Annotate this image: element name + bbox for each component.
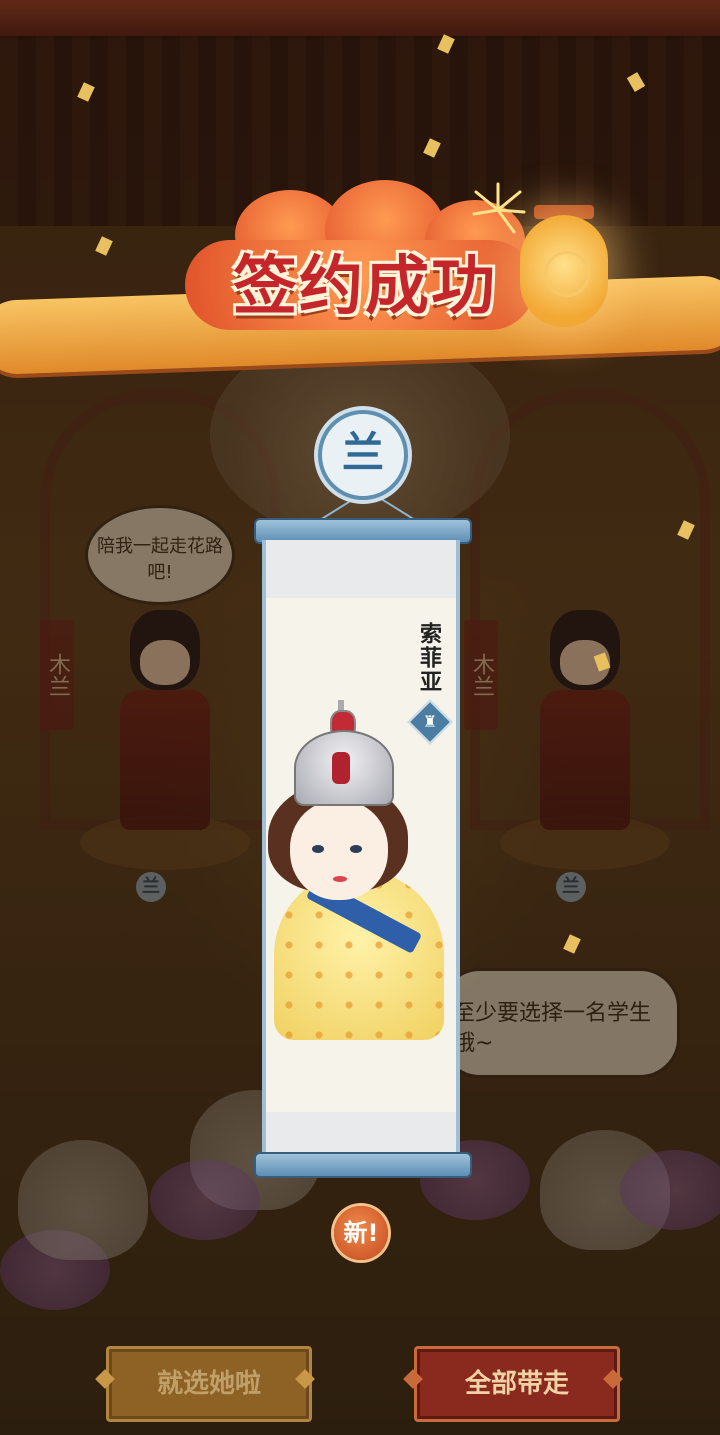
scroll-rod-bottom [254, 1152, 472, 1178]
take-all-button[interactable]: 全部带走 [414, 1346, 620, 1422]
rank-label: 兰 [341, 428, 384, 477]
character-portrait [264, 690, 458, 1040]
new-badge: 新! [334, 1206, 388, 1260]
sign-success-title: 签约成功 [233, 250, 497, 324]
choose-her-button[interactable]: 就选她啦 [106, 1346, 312, 1422]
crown-icon [294, 700, 394, 806]
lantern-icon [520, 215, 608, 327]
rank-badge: 兰 [318, 410, 408, 500]
character-name: 索菲亚 [416, 622, 441, 694]
firework-icon [472, 182, 526, 234]
